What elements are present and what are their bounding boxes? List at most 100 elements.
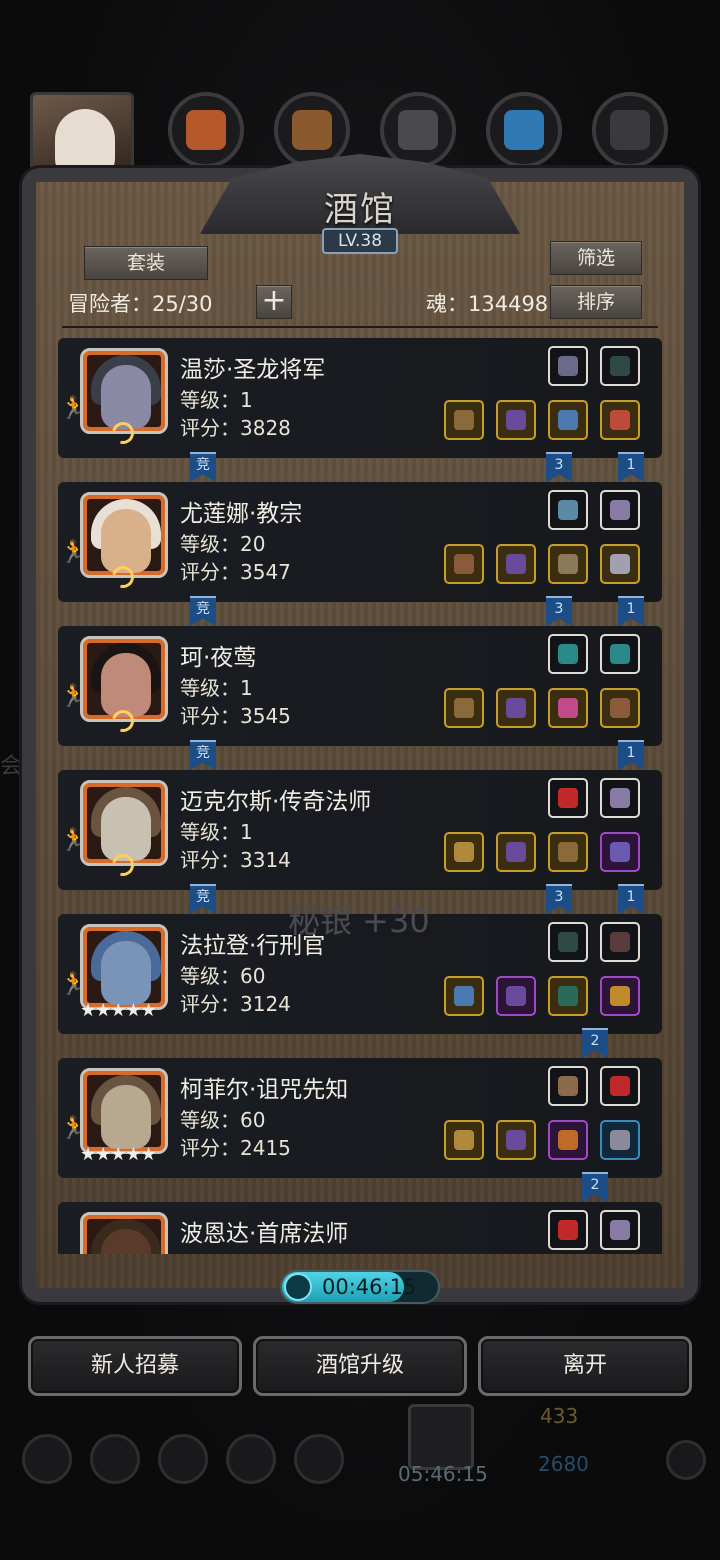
armor-slot-icon[interactable] (496, 1120, 536, 1160)
stone-slot-icon[interactable] (600, 634, 640, 674)
panel-title: 酒馆 (324, 190, 396, 230)
hero-level: 等级：20 (180, 532, 266, 556)
boots-slot-icon[interactable] (548, 1120, 588, 1160)
hero-portrait[interactable] (80, 1212, 168, 1254)
hero-name: 迈克尔斯·传奇法师 (180, 789, 372, 815)
shell-slot-icon[interactable] (548, 1066, 588, 1106)
star-rating: ★★★★★ (80, 1144, 157, 1165)
hero-portrait[interactable] (80, 1068, 168, 1154)
leave-button[interactable]: 离开 (478, 1336, 692, 1396)
hero-row[interactable]: 🏃 迈克尔斯·传奇法师 等级：1 评分：3314 (58, 770, 662, 890)
arena-tag: 竞 (190, 884, 216, 914)
adventurer-count: 冒险者：25/30 (68, 292, 213, 316)
mail-icon (226, 1434, 276, 1484)
badge-icon (90, 1434, 140, 1484)
hero-name: 柯菲尔·诅咒先知 (180, 1077, 349, 1103)
hero-level: 等级：1 (180, 388, 253, 412)
chest-timer: 05:46:15 (398, 1462, 488, 1486)
hero-row[interactable]: 🏃 温莎·圣龙将军 等级：1 评分：3828 (58, 338, 662, 458)
settings-icon (22, 1434, 72, 1484)
bracer-slot-icon[interactable] (600, 688, 640, 728)
hero-name: 波恩达·首席法师 (180, 1221, 349, 1247)
hero-score: 评分：2415 (180, 1136, 291, 1160)
filter-button[interactable]: 筛选 (550, 241, 642, 275)
ring-slot-icon[interactable] (548, 976, 588, 1016)
armor-slot-icon[interactable] (496, 688, 536, 728)
charm-slot-icon[interactable] (600, 544, 640, 584)
pendant-slot-icon[interactable] (548, 688, 588, 728)
hero-score: 评分：3314 (180, 848, 291, 872)
weapon-slot-icon[interactable] (444, 400, 484, 440)
hero-row[interactable]: 🏃 ★★★★★ 柯菲尔·诅咒先知 等级：60 评分：2415 (58, 1058, 662, 1178)
gauntlet-slot-icon[interactable] (600, 1120, 640, 1160)
gem-slot-icon[interactable] (600, 832, 640, 872)
tavern-panel: 酒馆 LV.38 套装 筛选 排序 + 冒险者：25/30 魂：134498 🏃… (22, 154, 698, 1302)
chest-icon (408, 1404, 474, 1470)
star-rating: ★★★★★ (80, 1000, 157, 1021)
hero-row[interactable]: 🏃 尤莲娜·教宗 等级：20 评分：3547 (58, 482, 662, 602)
crystal-slot-icon[interactable] (600, 490, 640, 530)
timer-text: 00:46:15 (322, 1275, 417, 1299)
necklace-slot-icon[interactable] (548, 832, 588, 872)
hero-name: 尤莲娜·教宗 (180, 501, 303, 527)
tavern-level-badge: LV.38 (322, 228, 398, 254)
hero-row[interactable]: 波恩达·首席法师 (58, 1202, 662, 1254)
hero-row[interactable]: 🏃 珂·夜莺 等级：1 评分：3545 (58, 626, 662, 746)
mithril-reward-float: 秘银 +30 (288, 902, 430, 940)
count-tag: 2 (582, 1028, 608, 1058)
ruby-slot-icon[interactable] (548, 778, 588, 818)
feather-slot-icon[interactable] (600, 922, 640, 962)
count-tag: 3 (546, 596, 572, 626)
mask-slot-icon[interactable] (548, 544, 588, 584)
gem-slot-icon[interactable] (548, 400, 588, 440)
ring-slot-icon[interactable] (600, 400, 640, 440)
sort-button[interactable]: 排序 (550, 285, 642, 319)
hammer-slot-icon[interactable] (444, 544, 484, 584)
axe-slot-icon[interactable] (444, 976, 484, 1016)
crystal-slot-icon[interactable] (600, 778, 640, 818)
gold-count: 433 (540, 1404, 579, 1428)
count-tag: 2 (582, 1172, 608, 1202)
armor-slot-icon[interactable] (496, 976, 536, 1016)
stone-slot-icon[interactable] (548, 634, 588, 674)
armor-slot-icon[interactable] (496, 544, 536, 584)
recruit-button[interactable]: 新人招募 (28, 1336, 242, 1396)
staff-slot-icon[interactable] (444, 1120, 484, 1160)
hero-score: 评分：3547 (180, 560, 291, 584)
armor-slot-icon[interactable] (496, 832, 536, 872)
add-capacity-button[interactable]: + (256, 285, 292, 319)
hero-level: 等级：1 (180, 820, 253, 844)
stone-slot-icon[interactable] (600, 346, 640, 386)
hero-list[interactable]: 🏃 温莎·圣龙将军 等级：1 评分：3828 竞 3 1 🏃 尤莲娜·教宗 等级… (58, 338, 662, 1254)
arena-tag: 竞 (190, 452, 216, 482)
arena-tag: 竞 (190, 596, 216, 626)
ruby-slot-icon[interactable] (600, 1066, 640, 1106)
count-tag: 1 (618, 452, 644, 482)
spear-slot-icon[interactable] (444, 688, 484, 728)
hero-score: 评分：3124 (180, 992, 291, 1016)
background-scene-text: 会 (0, 754, 23, 779)
hero-level: 等级：60 (180, 1108, 266, 1132)
hero-score: 评分：3545 (180, 704, 291, 728)
count-tag: 3 (546, 884, 572, 914)
count-tag: 3 (546, 452, 572, 482)
amulet-slot-icon[interactable] (548, 346, 588, 386)
hero-score: 评分：3828 (180, 416, 291, 440)
crystal-slot-icon[interactable] (600, 1210, 640, 1250)
divider (62, 326, 658, 328)
soul-count: 魂：134498 (426, 292, 549, 316)
set-button[interactable]: 套装 (84, 246, 208, 280)
hero-level: 等级：1 (180, 676, 253, 700)
necklace-slot-icon[interactable] (548, 490, 588, 530)
hero-portrait[interactable] (80, 924, 168, 1010)
hero-name: 珂·夜莺 (180, 645, 257, 671)
staff-slot-icon[interactable] (444, 832, 484, 872)
arena-tag: 竞 (190, 740, 216, 770)
armor-slot-icon[interactable] (496, 400, 536, 440)
upgrade-tavern-button[interactable]: 酒馆升级 (253, 1336, 467, 1396)
count-tag: 1 (618, 596, 644, 626)
ruby-slot-icon[interactable] (548, 1210, 588, 1250)
map-icon (294, 1434, 344, 1484)
stone-slot-icon[interactable] (548, 922, 588, 962)
ring-slot-icon[interactable] (600, 976, 640, 1016)
